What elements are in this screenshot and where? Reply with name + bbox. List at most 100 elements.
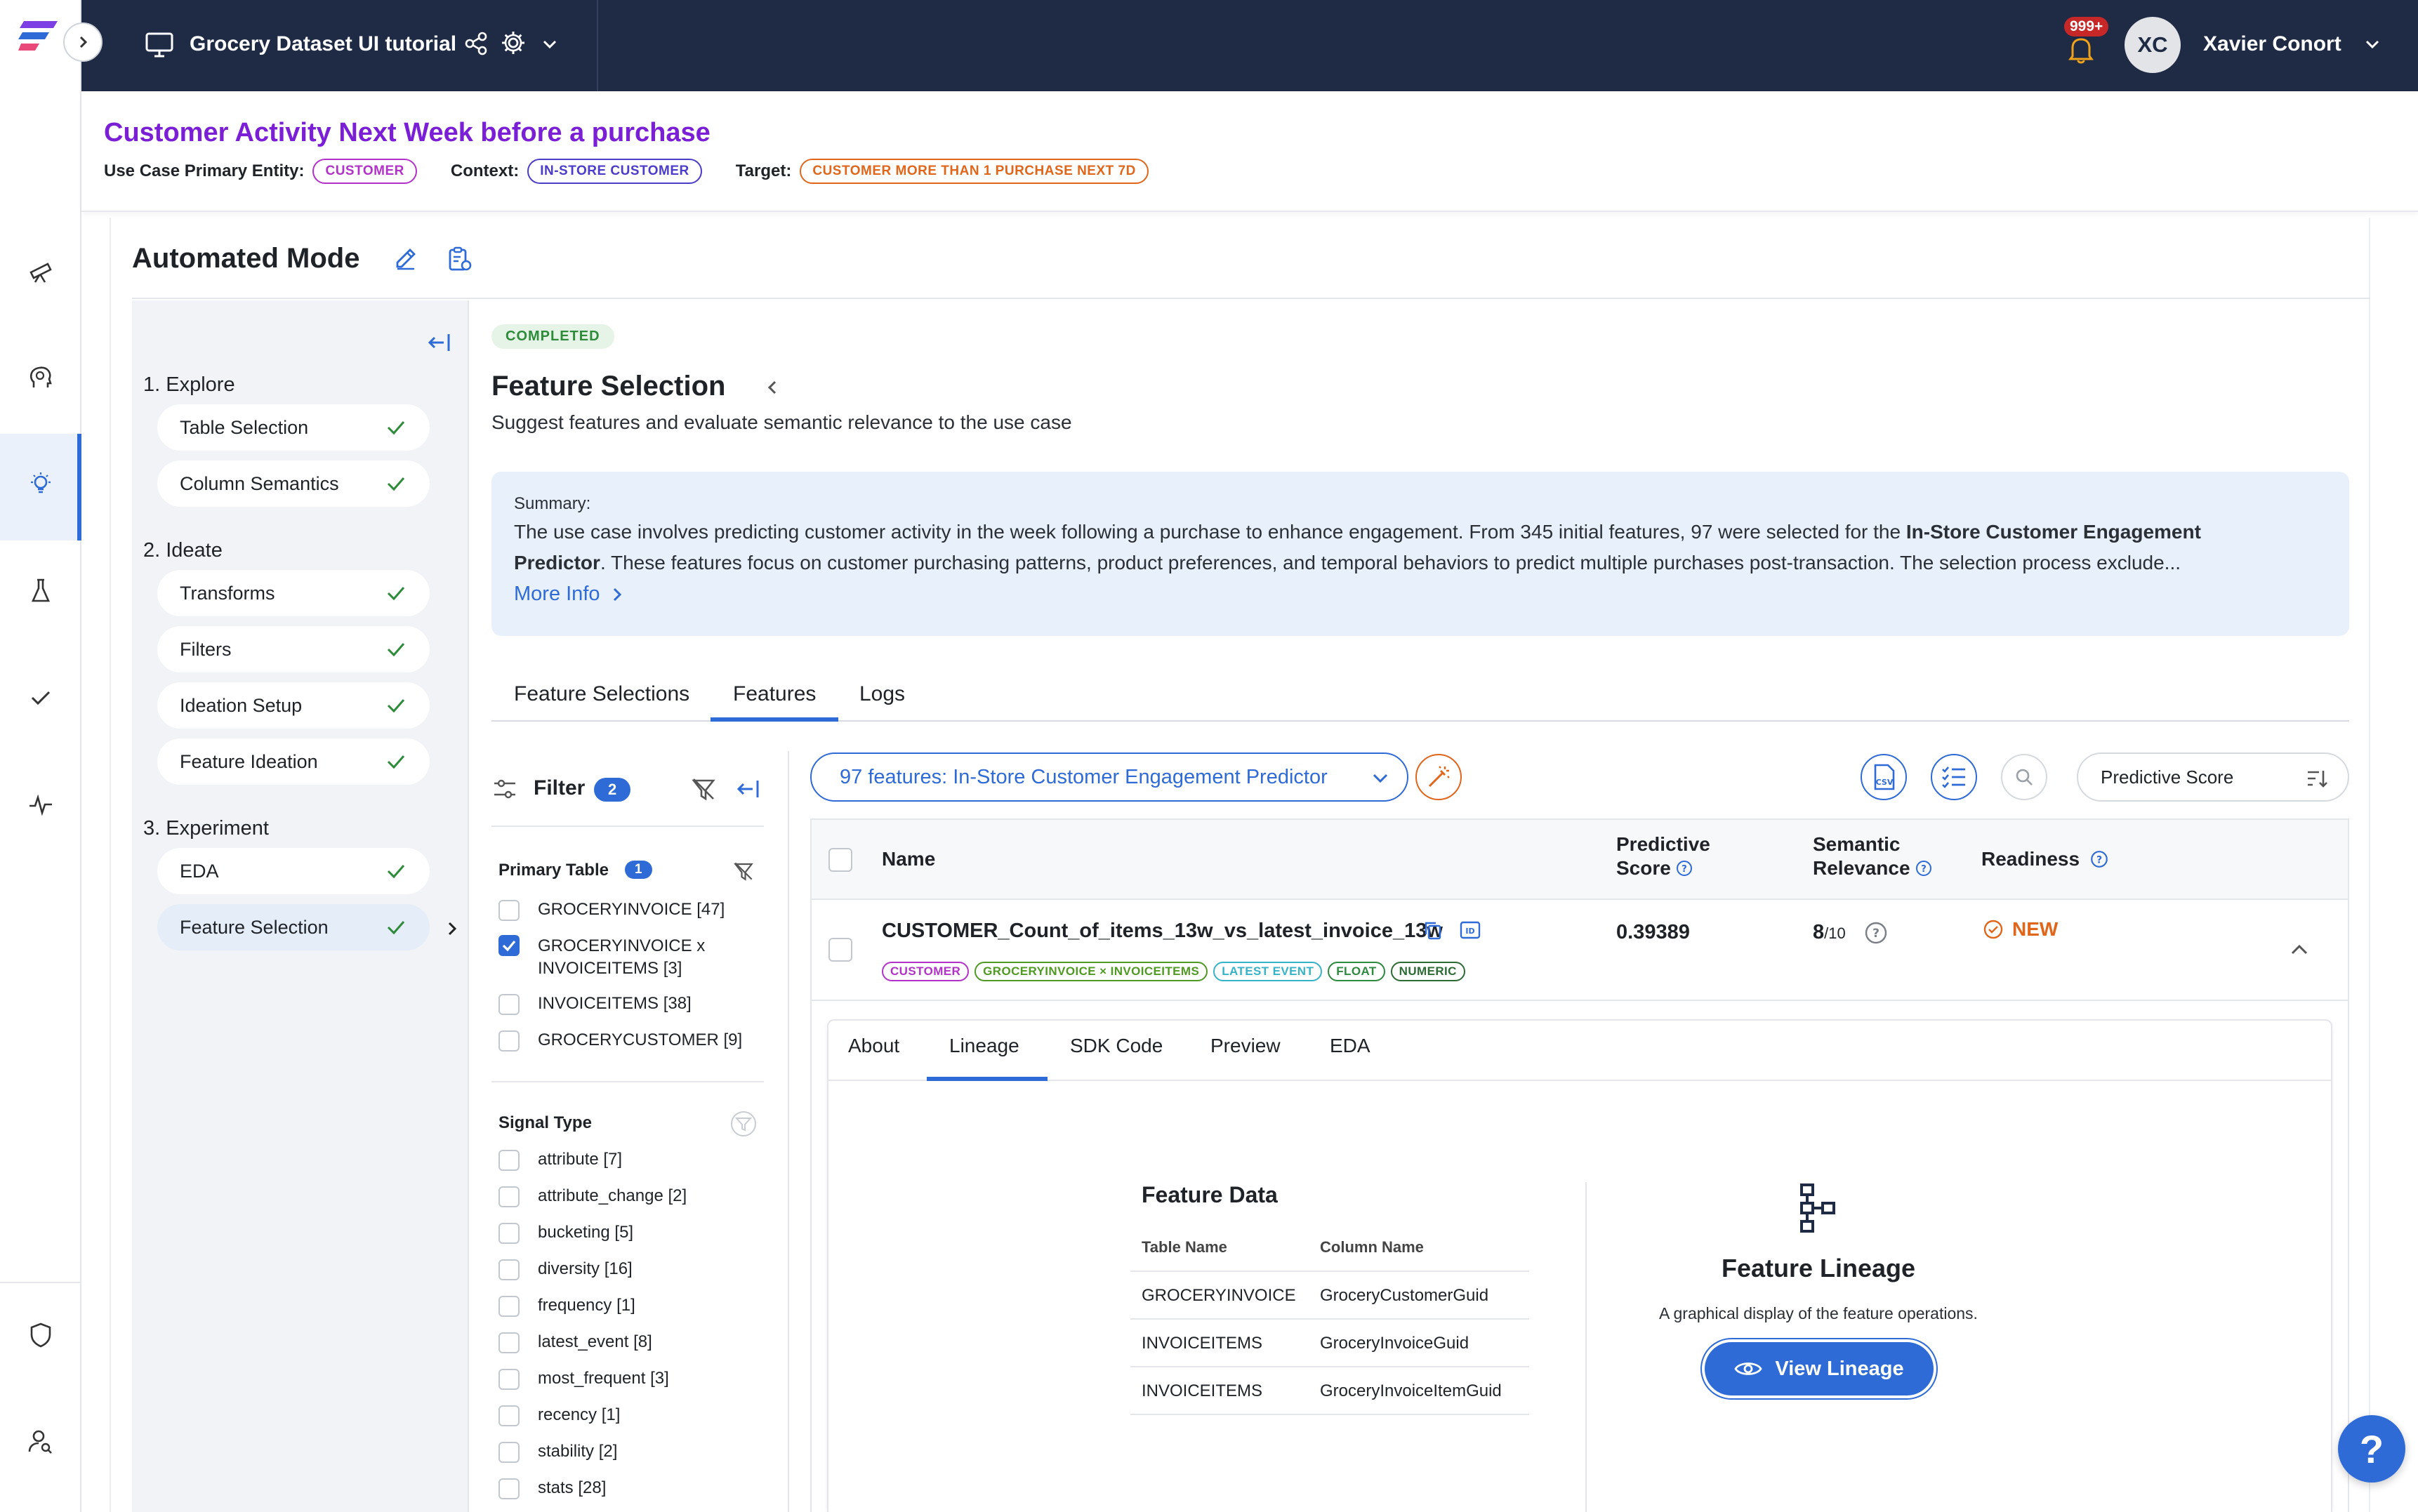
signal-type-checkbox[interactable] <box>498 1405 520 1426</box>
export-csv-button[interactable]: CSV <box>1861 754 1907 800</box>
help-circle-icon[interactable]: ? <box>1675 859 1693 877</box>
primary-table-option[interactable]: GROCERYINVOICE [47] <box>538 900 725 920</box>
sort-select[interactable]: Predictive Score <box>2077 752 2349 802</box>
step-column-semantics[interactable]: Column Semantics <box>157 460 430 507</box>
detail-tab-sdk-code[interactable]: SDK Code <box>1070 1035 1163 1057</box>
chevron-down-icon[interactable] <box>541 35 559 53</box>
primary-table-option[interactable]: GROCERYCUSTOMER [9] <box>538 1030 742 1050</box>
signal-type-checkbox[interactable] <box>498 1186 520 1207</box>
target-badge[interactable]: CUSTOMER MORE THAN 1 PURCHASE NEXT 7D <box>800 159 1149 184</box>
shield-icon[interactable] <box>20 1314 62 1356</box>
row-checkbox[interactable] <box>828 938 852 962</box>
step-eda[interactable]: EDA <box>157 848 430 894</box>
user-search-icon[interactable] <box>20 1421 62 1463</box>
step-table-selection[interactable]: Table Selection <box>157 404 430 451</box>
table-row[interactable] <box>812 900 2348 1001</box>
chevron-down-icon <box>1373 774 1388 783</box>
signal-type-option[interactable]: bucketing [5] <box>538 1223 633 1242</box>
select-all-checkbox[interactable] <box>828 848 852 872</box>
app-logo[interactable] <box>18 18 62 58</box>
flask-icon[interactable] <box>20 570 62 612</box>
signal-type-checkbox[interactable] <box>498 1478 520 1499</box>
primary-table-checkbox[interactable] <box>498 935 520 956</box>
detail-tab-lineage[interactable]: Lineage <box>949 1035 1019 1057</box>
id-card-icon[interactable]: ID <box>1459 920 1481 941</box>
primary-table-checkbox[interactable] <box>498 900 520 921</box>
feature-data-divider <box>1130 1366 1529 1367</box>
detail-tab-preview[interactable]: Preview <box>1210 1035 1281 1057</box>
step-ideation-setup[interactable]: Ideation Setup <box>157 682 430 729</box>
signal-type-option[interactable]: stability [2] <box>538 1442 617 1461</box>
help-circle-icon[interactable]: ? <box>2089 849 2109 869</box>
chevron-down-icon[interactable] <box>2363 35 2381 53</box>
more-info-link[interactable]: More Info <box>514 583 623 606</box>
help-circle-icon[interactable]: ? <box>1864 921 1888 945</box>
notifications-button[interactable]: 999+ <box>2061 17 2118 73</box>
view-lineage-button[interactable]: View Lineage <box>1705 1342 1934 1395</box>
checkmark-icon[interactable] <box>20 677 62 719</box>
primary-table-option[interactable]: GROCERYINVOICE x INVOICEITEMS [3] <box>538 935 705 980</box>
chevron-left-icon[interactable] <box>765 379 781 396</box>
activity-pulse-icon[interactable] <box>20 783 62 825</box>
signal-type-option[interactable]: most_frequent [3] <box>538 1369 669 1388</box>
detail-tab-about[interactable]: About <box>848 1035 899 1057</box>
column-header-semantic-relevance[interactable]: Semantic Relevance? <box>1813 833 1933 880</box>
signal-type-option[interactable]: recency [1] <box>538 1405 620 1425</box>
signal-type-option[interactable]: diversity [16] <box>538 1259 633 1279</box>
clear-filter-icon[interactable] <box>691 776 716 802</box>
tab-feature-selections[interactable]: Feature Selections <box>514 682 689 706</box>
use-case-title[interactable]: Customer Activity Next Week before a pur… <box>104 118 711 148</box>
copy-icon[interactable] <box>1422 920 1443 941</box>
checklist-button[interactable] <box>1931 754 1977 800</box>
signal-type-option[interactable]: latest_event [8] <box>538 1332 652 1352</box>
user-name[interactable]: Xavier Conort <box>2203 32 2341 56</box>
signal-type-option[interactable]: attribute [7] <box>538 1150 622 1169</box>
column-header-readiness[interactable]: Readiness ? <box>1981 848 2109 870</box>
help-button[interactable]: ? <box>2338 1415 2405 1483</box>
clipboard-settings-icon[interactable] <box>447 246 473 272</box>
tab-logs[interactable]: Logs <box>859 682 905 706</box>
step-feature-selection[interactable]: Feature Selection <box>157 904 430 950</box>
column-header-name[interactable]: Name <box>882 848 935 870</box>
signal-type-option[interactable]: stats [28] <box>538 1478 606 1498</box>
share-icon[interactable] <box>463 31 489 56</box>
magic-wand-button[interactable] <box>1415 754 1462 800</box>
help-circle-icon[interactable]: ? <box>1915 859 1933 877</box>
step-transforms[interactable]: Transforms <box>157 570 430 616</box>
signal-type-checkbox[interactable] <box>498 1259 520 1280</box>
mode-title: Automated Mode <box>132 243 360 274</box>
column-header-predictive-score[interactable]: Predictive Score? <box>1616 833 1710 880</box>
lightbulb-icon[interactable] <box>20 463 62 505</box>
signal-type-option[interactable]: frequency [1] <box>538 1296 635 1315</box>
primary-table-checkbox[interactable] <box>498 994 520 1015</box>
signal-type-checkbox[interactable] <box>498 1150 520 1171</box>
brain-head-icon[interactable] <box>20 357 62 399</box>
chevron-up-icon[interactable] <box>2289 941 2310 959</box>
primary-entity-badge[interactable]: CUSTOMER <box>312 159 417 184</box>
edit-icon[interactable] <box>393 246 418 271</box>
signal-type-checkbox[interactable] <box>498 1332 520 1353</box>
gear-icon[interactable] <box>500 29 527 56</box>
step-feature-ideation[interactable]: Feature Ideation <box>157 738 430 785</box>
signal-type-option[interactable]: attribute_change [2] <box>538 1186 687 1206</box>
feature-list-dropdown[interactable]: 97 features: In-Store Customer Engagemen… <box>810 752 1408 802</box>
clear-filter-icon[interactable] <box>733 861 754 882</box>
primary-table-option[interactable]: INVOICEITEMS [38] <box>538 994 692 1014</box>
signal-type-checkbox[interactable] <box>498 1223 520 1244</box>
avatar[interactable]: XC <box>2125 17 2181 73</box>
tab-features[interactable]: Features <box>733 682 816 706</box>
primary-table-checkbox[interactable] <box>498 1030 520 1052</box>
telescope-icon[interactable] <box>20 250 62 292</box>
expand-nav-button[interactable] <box>63 22 103 62</box>
project-selector[interactable]: Grocery Dataset UI tutorial <box>81 0 598 91</box>
step-filters[interactable]: Filters <box>157 626 430 672</box>
signal-type-checkbox[interactable] <box>498 1442 520 1463</box>
signal-type-checkbox[interactable] <box>498 1369 520 1390</box>
detail-tab-eda[interactable]: EDA <box>1330 1035 1370 1057</box>
collapse-left-icon[interactable] <box>736 776 761 802</box>
context-badge[interactable]: IN-STORE CUSTOMER <box>527 159 702 184</box>
search-button[interactable] <box>2001 754 2047 800</box>
collapse-left-icon[interactable] <box>427 330 452 355</box>
feature-name[interactable]: CUSTOMER_Count_of_items_13w_vs_latest_in… <box>882 920 1443 943</box>
signal-type-checkbox[interactable] <box>498 1296 520 1317</box>
